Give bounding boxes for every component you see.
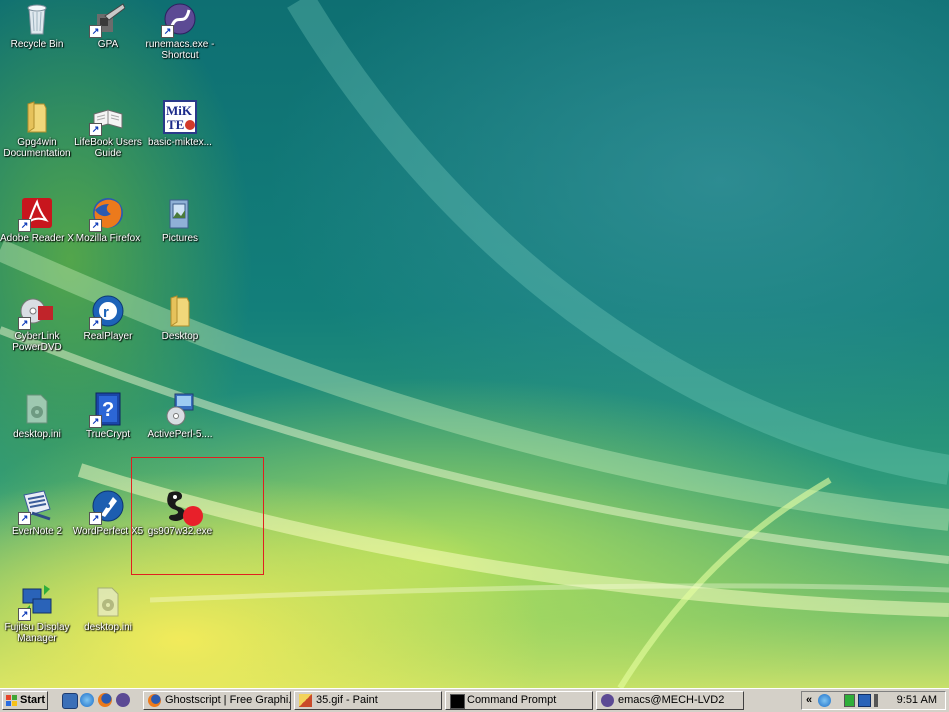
start-button[interactable]: Start [2,691,48,710]
windows-flag-icon [6,695,17,706]
volume-icon[interactable] [874,694,884,707]
desktop-icon-activeperl[interactable]: ActivePerl-5.... [143,392,217,440]
miktex-icon: MiK TE [163,100,197,134]
shortcut-arrow-icon: ↗ [161,25,174,38]
desktop-icon-recycle-bin[interactable]: Recycle Bin [0,2,74,50]
task-emacs[interactable]: emacs@MECH-LVD2 [596,691,744,710]
start-label: Start [20,694,46,706]
emacs-icon: ↗ [161,2,197,38]
display-icon[interactable] [858,694,871,707]
desktop-icon-fujitsu-display-manager[interactable]: ↗ Fujitsu Display Manager [0,585,74,644]
network-icon[interactable] [818,694,831,707]
firefox-icon: ↗ [89,196,125,232]
shortcut-arrow-icon: ↗ [18,608,31,621]
pictures-icon [163,196,197,230]
gpa-shortcut-icon: ↗ [89,2,126,38]
desktop-icon-pictures[interactable]: Pictures [143,196,217,244]
installer-icon [163,392,197,426]
desktop-icon-adobe-reader[interactable]: ↗ Adobe Reader X [0,196,74,244]
emacs-icon[interactable] [116,693,130,707]
cmd-icon [450,694,465,709]
adobe-reader-icon: ↗ [18,196,54,232]
wordperfect-icon: ↗ [89,489,125,525]
desktop-icon-desktop-ini[interactable]: desktop.ini [71,585,145,633]
evernote-icon: ↗ [18,489,54,525]
annotation-highlight-box [131,457,264,575]
shortcut-arrow-icon: ↗ [89,25,102,38]
shortcut-arrow-icon: ↗ [89,123,102,136]
firefox-icon[interactable] [98,693,112,707]
desktop-icon-truecrypt[interactable]: ? ↗ TrueCrypt [71,392,145,440]
shortcut-arrow-icon: ↗ [18,317,31,330]
folder-icon [163,294,197,328]
desktop-icon-desktop-ini[interactable]: desktop.ini [0,392,74,440]
svg-text:r: r [103,304,109,321]
desktop-icon-basic-miktex[interactable]: MiK TE basic-miktex... [143,100,217,148]
shortcut-arrow-icon: ↗ [89,512,102,525]
clock[interactable]: 9:51 AM [897,692,937,709]
recycle-bin-icon [20,2,54,36]
desktop-icon-gpg4win-documentation[interactable]: Gpg4win Documentation [0,100,74,159]
svg-text:?: ? [102,399,114,421]
system-tray: « 9:51 AM [801,691,946,710]
desktop-icon-cyberlink-powerdvd[interactable]: ↗ CyberLink PowerDVD [0,294,74,353]
truecrypt-icon: ? ↗ [89,392,125,428]
taskbar: Start Ghostscript | Free Graphi... 35.gi… [0,688,949,712]
desktop-icon-realplayer[interactable]: r ↗ RealPlayer [71,294,145,342]
shortcut-arrow-icon: ↗ [89,219,102,232]
ini-file-icon [20,392,54,426]
task-paint[interactable]: 35.gif - Paint [294,691,442,710]
desktop-icon-desktop-folder[interactable]: Desktop [143,294,217,342]
desktop-icon-mozilla-firefox[interactable]: ↗ Mozilla Firefox [71,196,145,244]
shortcut-arrow-icon: ↗ [18,512,31,525]
shortcut-arrow-icon: ↗ [89,415,102,428]
task-command-prompt[interactable]: Command Prompt [445,691,593,710]
task-ghostscript-browser[interactable]: Ghostscript | Free Graphi... [143,691,291,710]
svg-text:MiK: MiK [166,103,193,118]
svg-text:TE: TE [167,117,184,132]
realplayer-icon: r ↗ [89,294,125,330]
emacs-icon [601,694,614,707]
desktop-icon-runemacs[interactable]: ↗ runemacs.exe - Shortcut [143,2,217,61]
paint-icon [299,694,312,707]
book-icon: ↗ [89,100,125,136]
ie-icon[interactable] [80,693,94,707]
desktop-icon-gpa[interactable]: ↗ GPA [71,2,145,50]
show-desktop-icon[interactable] [62,693,78,709]
powerdvd-icon: ↗ [18,294,54,330]
display-manager-icon: ↗ [18,585,54,621]
desktop-icon-lifebook-users-guide[interactable]: ↗ LifeBook Users Guide [71,100,145,159]
desktop[interactable]: Recycle Bin ↗ GPA ↗ runemacs.exe - Short… [0,0,949,688]
tray-expand-button[interactable]: « [806,692,812,709]
firefox-icon [148,694,161,707]
shortcut-arrow-icon: ↗ [18,219,31,232]
ini-file-icon [91,585,125,619]
battery-icon[interactable] [844,694,855,707]
folder-icon [20,100,54,134]
desktop-icon-evernote[interactable]: ↗ EverNote 2 [0,489,74,537]
shortcut-arrow-icon: ↗ [89,317,102,330]
